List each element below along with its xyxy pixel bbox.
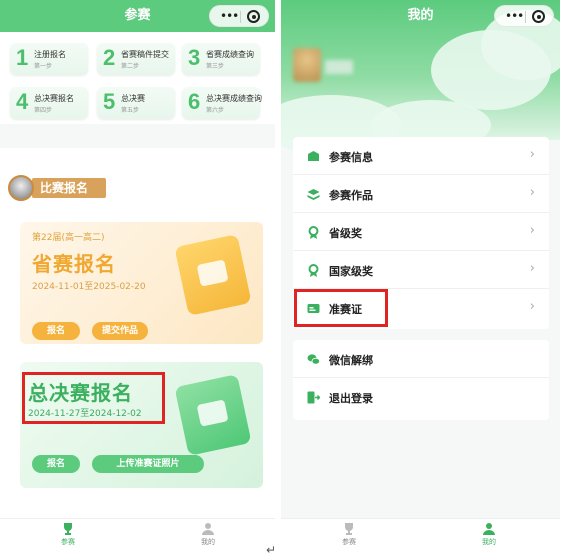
mascot-avatar — [8, 175, 34, 201]
upload-admission-photo-button[interactable]: 上传准赛证照片 — [92, 455, 204, 473]
step-6[interactable]: 6 总决赛成绩查询 第六步 — [182, 87, 262, 119]
menu-label: 省级奖 — [329, 227, 362, 240]
tab-bar: 参赛 我的 — [0, 518, 275, 548]
chevron-right-icon: › — [529, 261, 535, 276]
step-sub: 第六步 — [206, 107, 225, 114]
step-sub: 第二步 — [121, 63, 140, 70]
final-signup-button[interactable]: 报名 — [32, 455, 80, 473]
chevron-right-icon: › — [529, 147, 535, 162]
logout-icon — [307, 391, 320, 404]
mini-program-capsule[interactable]: ••• — [494, 5, 554, 27]
menu-item-logout[interactable]: 退出登录 — [293, 378, 549, 416]
step-1[interactable]: 1 注册报名 第一步 — [10, 43, 88, 75]
menu-item-contest-info[interactable]: 参赛信息 › — [293, 137, 549, 175]
step-number: 5 — [103, 89, 116, 114]
more-icon[interactable]: ••• — [220, 9, 239, 23]
step-label: 省赛成绩查询 — [206, 50, 254, 59]
chevron-right-icon: › — [529, 299, 535, 314]
menu-item-provincial-award[interactable]: 省级奖 › — [293, 213, 549, 251]
menu-item-unbind-wechat[interactable]: 微信解绑 — [293, 340, 549, 378]
step-3[interactable]: 3 省赛成绩查询 第三步 — [182, 43, 260, 75]
provincial-card: 第22届(高一高二) 省赛报名 2024-11-01至2025-02-20 报名… — [20, 222, 263, 344]
ticket-icon — [174, 374, 252, 456]
page-title: 我的 — [407, 8, 434, 23]
graduation-cap-icon — [196, 259, 229, 287]
chevron-right-icon: › — [529, 185, 535, 200]
step-5[interactable]: 5 总决赛 第五步 — [97, 87, 175, 119]
step-sub: 第四步 — [34, 107, 53, 114]
chevron-right-icon: › — [529, 223, 535, 238]
submit-work-button[interactable]: 提交作品 — [92, 322, 148, 340]
step-2[interactable]: 2 省赛稿件提交 第二步 — [97, 43, 175, 75]
ticket-icon — [174, 234, 252, 316]
menu-label: 微信解绑 — [329, 354, 373, 367]
tab-mine[interactable]: 我的 — [469, 522, 509, 547]
section-header: 比赛报名 — [8, 175, 108, 201]
menu-item-works[interactable]: 参赛作品 › — [293, 175, 549, 213]
more-icon[interactable]: ••• — [505, 9, 524, 23]
nav-bar: 参赛 ••• — [0, 0, 275, 32]
step-sub: 第三步 — [206, 63, 225, 70]
provincial-signup-button[interactable]: 报名 — [32, 322, 80, 340]
step-label: 总决赛报名 — [34, 94, 74, 103]
tab-label: 我的 — [482, 538, 496, 546]
tab-label: 参赛 — [342, 538, 356, 546]
step-label: 省赛稿件提交 — [121, 50, 169, 59]
step-grid: 1 注册报名 第一步 2 省赛稿件提交 第二步 3 省赛成绩查询 第三步 4 总… — [0, 32, 275, 124]
menu-label: 国家级奖 — [329, 265, 373, 278]
envelope-icon — [308, 151, 319, 161]
tab-label: 我的 — [201, 538, 215, 546]
user-icon — [483, 523, 495, 535]
tab-contest[interactable]: 参赛 — [48, 522, 88, 547]
close-target-icon[interactable] — [532, 10, 545, 23]
section-title: 比赛报名 — [32, 178, 106, 198]
nav-bar: 我的 ••• — [281, 0, 560, 32]
mini-program-capsule[interactable]: ••• — [209, 5, 269, 27]
trophy-icon — [345, 523, 353, 535]
menu-label: 退出登录 — [329, 392, 373, 405]
graduation-cap-icon — [196, 399, 229, 427]
step-sub: 第五步 — [121, 107, 140, 114]
step-number: 3 — [188, 45, 201, 70]
layers-icon — [307, 189, 320, 200]
close-target-icon[interactable] — [247, 10, 260, 23]
final-date: 2024-11-27至2024-12-02 — [28, 409, 142, 419]
account-menu: 微信解绑 退出登录 — [293, 340, 549, 420]
profile-screen: 我的 ••• 参赛信息 › 参赛作品 › 省级奖 › 国家级奖 › 准赛证 › … — [281, 0, 560, 548]
medal-icon — [308, 264, 319, 277]
step-label: 总决赛 — [121, 94, 145, 103]
return-glyph: ↵ — [266, 543, 277, 557]
final-card: 总决赛报名 2024-11-27至2024-12-02 报名 上传准赛证照片 — [20, 362, 263, 488]
user-icon — [202, 523, 214, 535]
tab-mine[interactable]: 我的 — [188, 522, 228, 547]
contest-screen: 参赛 ••• 1 注册报名 第一步 2 省赛稿件提交 第二步 3 省赛成绩查询 … — [0, 0, 275, 548]
menu-label: 参赛信息 — [329, 151, 373, 164]
tab-bar: 参赛 我的 — [281, 518, 560, 548]
menu-item-national-award[interactable]: 国家级奖 › — [293, 251, 549, 289]
step-label: 注册报名 — [34, 50, 66, 59]
step-number: 1 — [16, 45, 29, 70]
tab-label: 参赛 — [61, 538, 75, 546]
trophy-icon — [64, 523, 72, 535]
edition-label: 第22届(高一高二) — [32, 233, 105, 243]
step-number: 2 — [103, 45, 116, 70]
step-sub: 第一步 — [34, 63, 53, 70]
highlight-box — [294, 289, 388, 327]
step-number: 4 — [16, 89, 29, 114]
page-title: 参赛 — [124, 8, 151, 23]
final-title: 总决赛报名 — [28, 381, 133, 405]
step-label: 总决赛成绩查询 — [206, 94, 262, 103]
provincial-title: 省赛报名 — [32, 252, 116, 276]
step-4[interactable]: 4 总决赛报名 第四步 — [10, 87, 88, 119]
provincial-date: 2024-11-01至2025-02-20 — [32, 282, 146, 292]
step-number: 6 — [188, 89, 201, 114]
menu-label: 参赛作品 — [329, 189, 373, 202]
wechat-icon — [307, 354, 320, 365]
user-name-redacted — [325, 60, 353, 74]
medal-icon — [308, 226, 319, 239]
avatar[interactable] — [293, 48, 321, 82]
tab-contest[interactable]: 参赛 — [329, 522, 369, 547]
